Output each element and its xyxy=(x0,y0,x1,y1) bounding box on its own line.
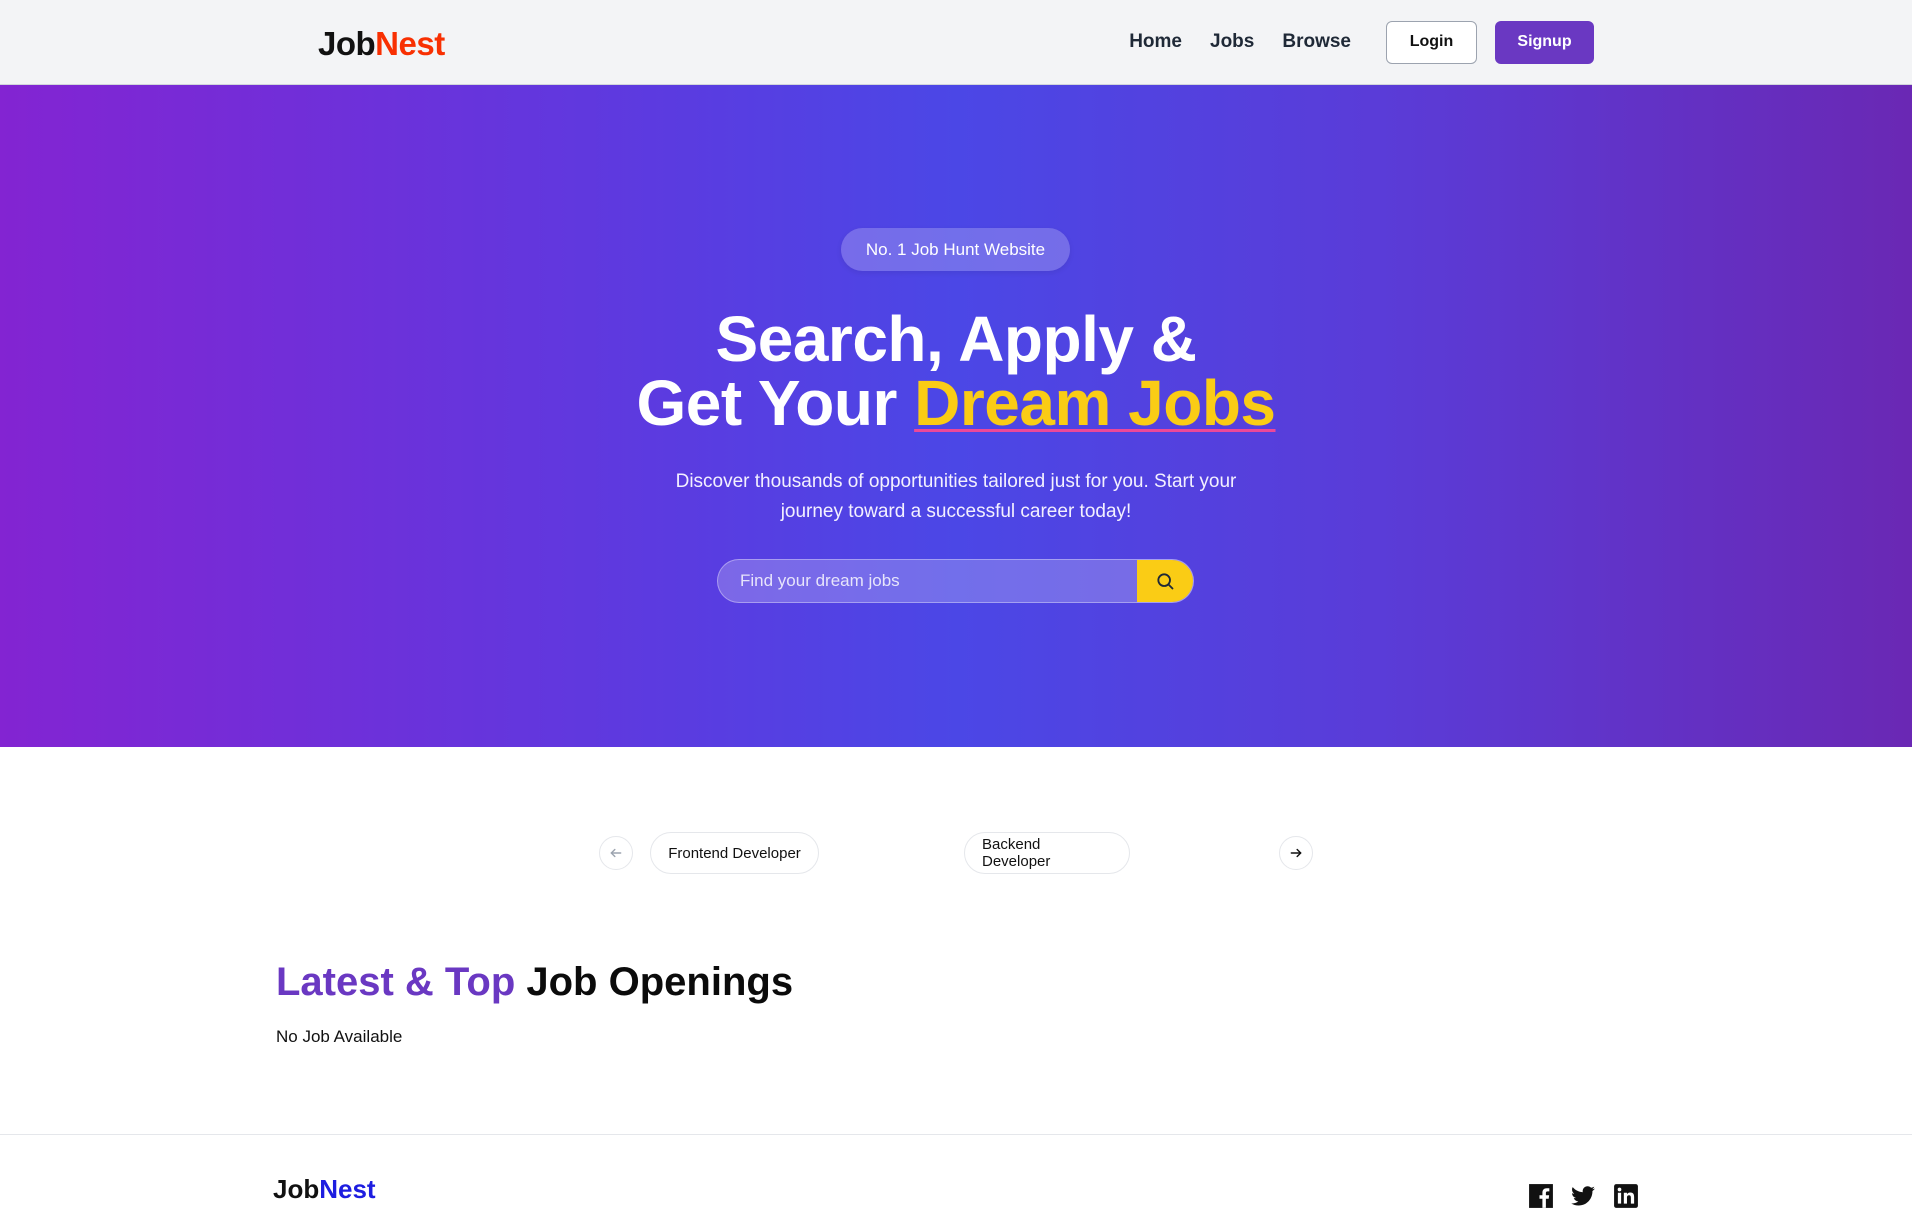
main-nav: Home Jobs Browse Login Signup xyxy=(1129,20,1594,64)
site-footer: JobNest xyxy=(0,1134,1912,1208)
headline-line-2-prefix: Get Your xyxy=(636,367,915,439)
hero-headline: Search, Apply & Get Your Dream Jobs xyxy=(0,307,1912,435)
carousel-prev-button[interactable] xyxy=(599,836,633,870)
signup-button[interactable]: Signup xyxy=(1495,20,1594,64)
search-bar xyxy=(717,559,1194,603)
logo-part-nest: Nest xyxy=(375,25,445,62)
footer-logo: JobNest xyxy=(273,1174,376,1204)
category-chip-frontend[interactable]: Frontend Developer xyxy=(650,832,819,874)
nav-home-link[interactable]: Home xyxy=(1129,31,1182,53)
hero-section: No. 1 Job Hunt Website Search, Apply & G… xyxy=(0,85,1912,747)
arrow-left-icon xyxy=(609,846,623,860)
linkedin-icon[interactable] xyxy=(1613,1183,1639,1209)
login-button[interactable]: Login xyxy=(1386,20,1477,64)
hero-subtitle: Discover thousands of opportunities tail… xyxy=(675,471,1237,522)
footer-logo-part-nest: Nest xyxy=(319,1174,376,1204)
arrow-right-icon xyxy=(1289,846,1303,860)
category-chip-backend[interactable]: Backend Developer xyxy=(964,832,1130,874)
nav-browse-link[interactable]: Browse xyxy=(1282,31,1351,53)
latest-jobs-title-rest: Job Openings xyxy=(515,960,794,1004)
empty-jobs-message: No Job Available xyxy=(276,1027,403,1046)
carousel-next-button[interactable] xyxy=(1279,836,1313,870)
search-input[interactable] xyxy=(718,560,1137,602)
footer-logo-part-job: Job xyxy=(273,1174,320,1204)
headline-accent: Dream Jobs xyxy=(914,367,1276,439)
search-icon xyxy=(1155,571,1175,591)
latest-jobs-title-accent: Latest & Top xyxy=(276,960,516,1004)
hero-badge: No. 1 Job Hunt Website xyxy=(841,228,1070,271)
twitter-icon[interactable] xyxy=(1570,1183,1596,1209)
logo-part-job: Job xyxy=(318,25,376,62)
search-button[interactable] xyxy=(1137,560,1193,602)
facebook-icon[interactable] xyxy=(1528,1183,1554,1209)
headline-line-1: Search, Apply & xyxy=(715,303,1197,375)
category-carousel: Frontend Developer Backend Developer xyxy=(0,830,1912,876)
latest-jobs-title: Latest & Top Job Openings xyxy=(276,957,793,1007)
logo[interactable]: JobNest xyxy=(318,24,445,64)
nav-jobs-link[interactable]: Jobs xyxy=(1210,31,1254,53)
site-header: JobNest Home Jobs Browse Login Signup xyxy=(0,0,1912,85)
